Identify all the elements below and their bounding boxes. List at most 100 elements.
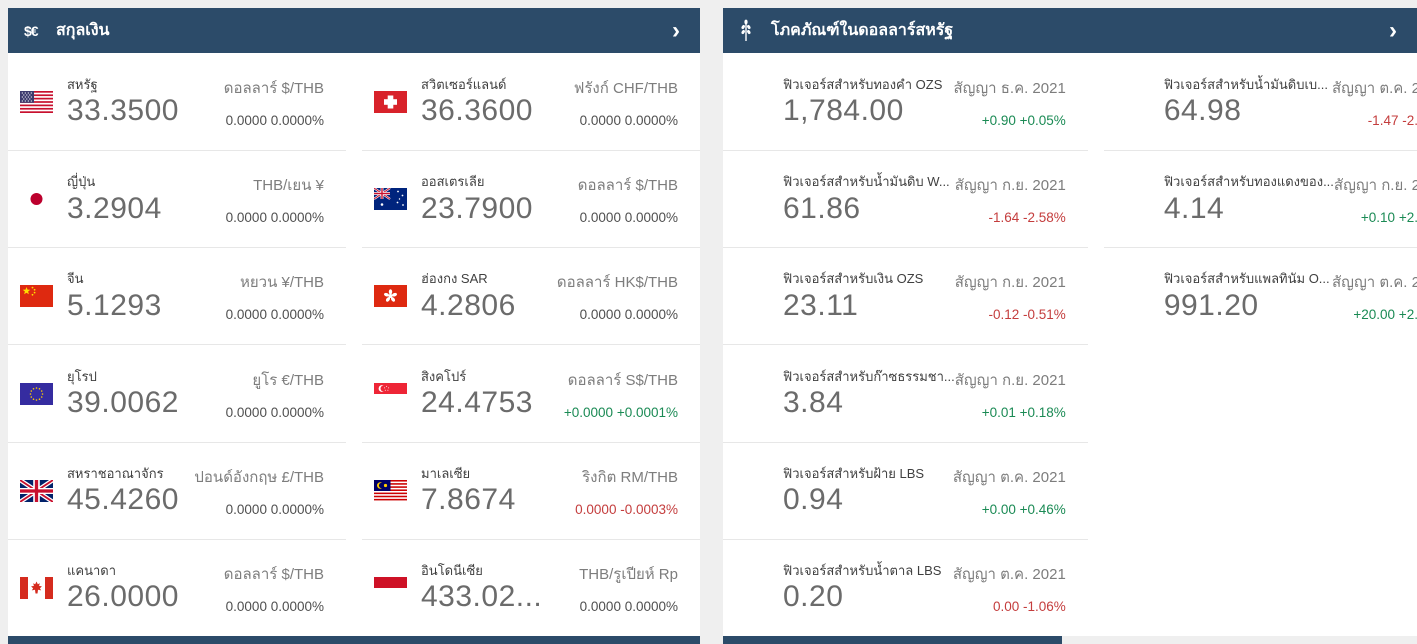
flag-ch-icon — [374, 90, 407, 113]
currency-item[interactable]: อินโดนีเซีย 433.02... THB/รูเปียห์ Rp 0.000… — [362, 538, 700, 636]
instrument-name: สิงคโปร์ — [421, 368, 467, 384]
instrument-pair: ดอลลาร์ $/THB — [223, 565, 324, 583]
currency-item[interactable]: สหราชอาณาจักร 45.4260 ปอนด์อังกฤษ £/THB 0.0… — [8, 441, 346, 539]
instrument-pair: ดอลลาร์ $/THB — [223, 79, 324, 97]
commodities-panel: โภคภัณฑ์ในดอลลาร์สหรัฐ › ฟิวเจอร์สสำหรับ… — [723, 8, 1417, 644]
flag-eu-icon — [20, 382, 53, 405]
instrument-name: แคนาดา — [67, 562, 117, 578]
instrument-change: +20.00 +2.06% — [1353, 307, 1417, 323]
instrument-price: 64.98 — [1163, 94, 1242, 128]
instrument-change: +0.90 +0.05% — [981, 112, 1066, 128]
commodity-item[interactable]: ฟิวเจอร์สสำหรับเงิน OZS 23.11 สัญญา ก.ย. 2… — [723, 247, 1088, 344]
instrument-price: 26.0000 — [67, 580, 179, 614]
instrument-price: 7.8674 — [421, 483, 516, 517]
instrument-change: 0.0000 0.0000% — [579, 210, 678, 226]
dollar-euro-icon: $€ — [24, 22, 39, 39]
instrument-contract: สัญญา ต.ค. 2021 — [1332, 79, 1417, 97]
instrument-change: 0.0000 0.0000% — [225, 598, 324, 614]
instrument-price: 4.2806 — [421, 288, 516, 322]
instrument-pair: ดอลลาร์ HK$/THB — [556, 274, 678, 292]
instrument-name: ฟิวเจอร์สสำหรับทองแดงของ... — [1163, 174, 1334, 190]
currency-item[interactable]: แคนาดา 26.0000 ดอลลาร์ $/THB 0.0000 0.0000% — [8, 538, 346, 636]
instrument-change: 0.0000 -0.0003% — [575, 501, 678, 517]
flag-gb-icon — [20, 479, 53, 502]
currencies-panel-header[interactable]: $€ สกุลเงิน › — [8, 8, 700, 53]
commodities-panel-header[interactable]: โภคภัณฑ์ในดอลลาร์สหรัฐ › — [723, 8, 1417, 53]
instrument-contract: สัญญา ก.ย. 2021 — [954, 274, 1066, 292]
instrument-price: 0.20 — [783, 580, 844, 614]
instrument-price: 39.0062 — [67, 386, 179, 420]
currencies-panel-title: สกุลเงิน — [56, 22, 110, 39]
next-section-header-cutoff — [8, 636, 700, 644]
instrument-change: 0.0000 0.0000% — [579, 112, 678, 128]
instrument-name: จีน — [67, 271, 84, 287]
currency-item[interactable]: ฮ่องกง SAR 4.2806 ดอลลาร์ HK$/THB 0.0000 0.… — [362, 247, 700, 344]
commodity-item[interactable]: ฟิวเจอร์สสำหรับน้ำมันดิบเบ... 64.98 สัญญา … — [1104, 53, 1417, 150]
commodity-item[interactable]: ฟิวเจอร์สสำหรับทองคำ OZS 1,784.00 สัญญา ธ.… — [723, 53, 1088, 150]
instrument-pair: THB/เยน ¥ — [253, 177, 324, 195]
instrument-name: ฮ่องกง SAR — [421, 271, 488, 287]
instrument-change: 0.0000 0.0000% — [225, 210, 324, 226]
instrument-pair: THB/รูเปียห์ Rp — [579, 565, 678, 583]
commodity-item[interactable]: ฟิวเจอร์สสำหรับแพลทินัม O... 991.20 สัญญา … — [1103, 247, 1417, 344]
instrument-price: 991.20 — [1163, 288, 1259, 322]
instrument-contract: สัญญา ก.ย. 2021 — [954, 177, 1066, 195]
commodities-list: ฟิวเจอร์สสำหรับทองคำ OZS 1,784.00 สัญญา ธ.… — [723, 53, 1417, 636]
commodity-item[interactable]: ฟิวเจอร์สสำหรับน้ำตาล LBS 0.20 สัญญา ต.ค. … — [723, 538, 1088, 636]
instrument-price: 61.86 — [783, 191, 861, 225]
instrument-name: ฟิวเจอร์สสำหรับน้ำมันดิบเบ... — [1163, 76, 1329, 92]
currency-item[interactable]: สหรัฐ 33.3500 ดอลลาร์ $/THB 0.0000 0.0000% — [8, 53, 346, 150]
currency-item[interactable]: ออสเตรเลีย 23.7900 ดอลลาร์ $/THB 0.0000 0.0… — [362, 150, 700, 247]
instrument-price: 23.7900 — [421, 191, 533, 225]
instrument-price: 23.11 — [783, 288, 859, 322]
currency-item[interactable]: สิงคโปร์ 24.4753 ดอลลาร์ S$/THB +0.0000 +0.… — [362, 344, 700, 441]
commodities-column-1: ฟิวเจอร์สสำหรับทองคำ OZS 1,784.00 สัญญา ธ.… — [723, 53, 1088, 636]
chevron-right-icon[interactable]: › — [1387, 18, 1399, 43]
instrument-price: 5.1293 — [67, 288, 162, 322]
instrument-change: 0.0000 0.0000% — [225, 307, 324, 323]
instrument-name: ญี่ปุ่น — [67, 174, 96, 190]
commodity-item[interactable]: ฟิวเจอร์สสำหรับน้ำมันดิบ W... 61.86 สัญญา … — [723, 150, 1088, 247]
instrument-contract: สัญญา ต.ค. 2021 — [952, 468, 1066, 486]
instrument-change: +0.0000 +0.0001% — [563, 404, 678, 420]
commodity-item[interactable]: ฟิวเจอร์สสำหรับทองแดงของ... 4.14 สัญญา ก.ย… — [1103, 150, 1417, 247]
instrument-name: สหราชอาณาจักร — [67, 465, 164, 481]
instrument-change: 0.0000 0.0000% — [225, 404, 324, 420]
chevron-right-icon[interactable]: › — [670, 18, 682, 43]
instrument-contract: สัญญา ก.ย. 2021 — [954, 371, 1066, 389]
instrument-contract: สัญญา ต.ค. 2021 — [952, 565, 1066, 583]
currency-item[interactable]: จีน 5.1293 หยวน ¥/THB 0.0000 0.0000% — [8, 247, 346, 344]
flag-hk-icon — [374, 285, 407, 308]
flag-my-icon — [374, 479, 407, 502]
commodity-item[interactable]: ฟิวเจอร์สสำหรับก๊าซธรรมชา... 3.84 สัญญา ก.… — [723, 344, 1088, 441]
dashboard: $€ สกุลเงิน › สหรัฐ 33.3500 ดอลลาร์ $/THB 0… — [0, 0, 1417, 644]
instrument-name: มาเลเซีย — [421, 465, 471, 481]
currency-item[interactable]: สวิตเซอร์แลนด์ 36.3600 ฟรังก์ CHF/THB 0.000… — [362, 53, 700, 150]
currencies-column-2: สวิตเซอร์แลนด์ 36.3600 ฟรังก์ CHF/THB 0.000… — [362, 53, 700, 636]
instrument-name: ฟิวเจอร์สสำหรับน้ำตาล LBS — [783, 562, 942, 578]
instrument-change: -1.64 -2.58% — [988, 210, 1066, 226]
instrument-pair: ปอนด์อังกฤษ £/THB — [194, 468, 324, 486]
instrument-price: 433.02... — [421, 580, 543, 614]
flag-id-icon — [374, 576, 407, 599]
instrument-change: 0.00 -1.06% — [993, 598, 1066, 614]
flag-cn-icon — [20, 285, 53, 308]
instrument-name: ฟิวเจอร์สสำหรับฝ้าย LBS — [783, 465, 925, 481]
commodity-item[interactable]: ฟิวเจอร์สสำหรับฝ้าย LBS 0.94 สัญญา ต.ค. 20… — [723, 441, 1088, 539]
instrument-change: +0.10 +2.38% — [1360, 210, 1417, 226]
currency-item[interactable]: ยุโรป 39.0062 ยูโร €/THB 0.0000 0.0000% — [8, 344, 346, 441]
currencies-column-1: สหรัฐ 33.3500 ดอลลาร์ $/THB 0.0000 0.0000% ญ… — [8, 53, 346, 636]
instrument-pair: ยูโร €/THB — [252, 371, 324, 389]
instrument-change: +0.01 +0.18% — [981, 404, 1066, 420]
instrument-contract: สัญญา ก.ย. 2021 — [1333, 177, 1417, 195]
instrument-pair: ฟรังก์ CHF/THB — [573, 79, 678, 97]
instrument-price: 3.2904 — [67, 191, 162, 225]
instrument-change: 0.0000 0.0000% — [579, 307, 678, 323]
instrument-pair: ดอลลาร์ $/THB — [577, 177, 678, 195]
instrument-name: ฟิวเจอร์สสำหรับน้ำมันดิบ W... — [783, 174, 950, 190]
instrument-change: -0.12 -0.51% — [988, 307, 1066, 323]
instrument-change: 0.0000 0.0000% — [579, 598, 678, 614]
currency-item[interactable]: ญี่ปุ่น 3.2904 THB/เยน ¥ 0.0000 0.0000% — [8, 150, 346, 247]
currency-item[interactable]: มาเลเซีย 7.8674 ริงกิต RM/THB 0.0000 -0.000… — [362, 441, 700, 539]
flag-jp-icon — [20, 188, 53, 211]
